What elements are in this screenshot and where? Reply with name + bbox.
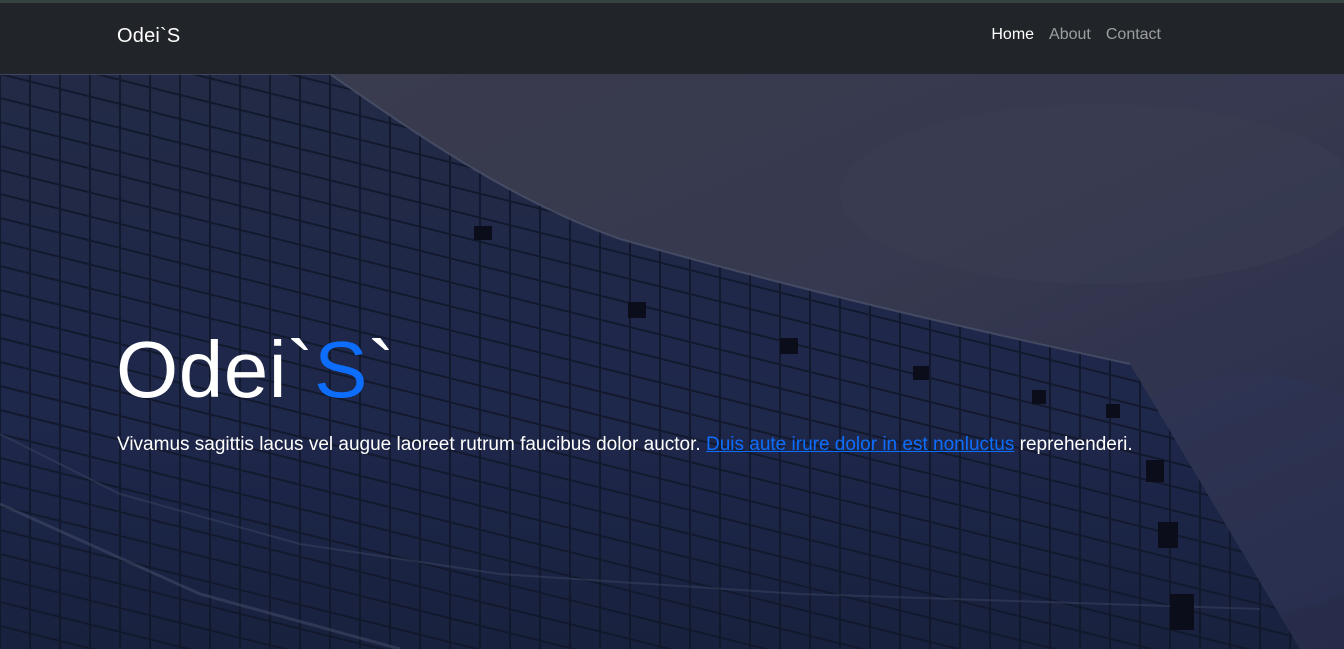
- hero-title-accent: S: [314, 325, 368, 414]
- hero-title: Odei`S`: [116, 330, 395, 410]
- brand-logo[interactable]: Odei`S: [117, 25, 180, 48]
- hero-text-before: Vivamus sagittis lacus vel augue laoreet…: [117, 434, 706, 455]
- nav-link-contact[interactable]: Contact: [1106, 26, 1161, 44]
- nav-links: Home About Contact: [991, 26, 1161, 44]
- hero-lead-text: Vivamus sagittis lacus vel augue laoreet…: [117, 434, 1133, 456]
- navbar: Odei`S Home About Contact: [0, 3, 1344, 74]
- hero-text-after: reprehenderi.: [1014, 434, 1133, 455]
- hero-title-tail: `: [367, 325, 396, 414]
- hero-section: Odei`S` Vivamus sagittis lacus vel augue…: [0, 74, 1344, 649]
- hero-title-main: Odei`: [116, 325, 315, 414]
- nav-link-about[interactable]: About: [1049, 26, 1091, 44]
- nav-link-home[interactable]: Home: [991, 26, 1034, 44]
- hero-inline-link[interactable]: Duis aute irure dolor in est nonluctus: [706, 434, 1014, 455]
